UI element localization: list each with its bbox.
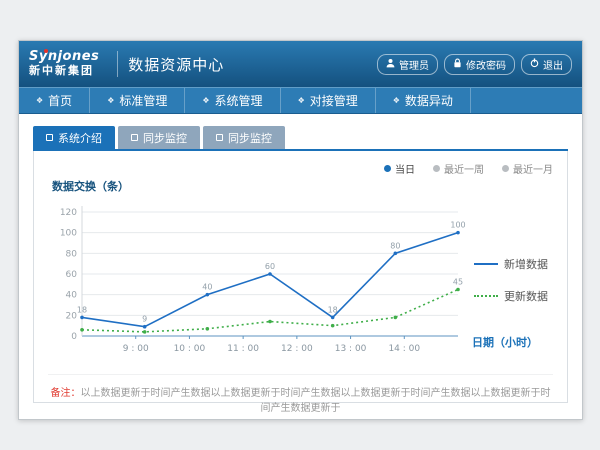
svg-text:80: 80 bbox=[390, 241, 400, 250]
nav-item-label: 标准管理 bbox=[119, 92, 167, 109]
user-icon bbox=[386, 58, 395, 71]
series-updated-data[interactable]: 更新数据 bbox=[474, 288, 553, 304]
svg-text:40: 40 bbox=[66, 291, 78, 301]
app-window: Synjones 新中新集团 数据资源中心 管理员 修改密码 bbox=[18, 40, 583, 420]
dot-icon bbox=[384, 165, 391, 172]
footnote: 备注：以上数据更新于时间产生数据以上数据更新于时间产生数据以上数据更新于时间产生… bbox=[48, 374, 553, 414]
tab-icon bbox=[46, 134, 53, 141]
titlebar-actions: 管理员 修改密码 退出 bbox=[377, 54, 572, 75]
tab-system-intro[interactable]: 系统介绍 bbox=[33, 126, 115, 149]
logo-text-en: Synjones bbox=[29, 50, 99, 65]
chart-row: 0 20 40 60 80 100 120 9 : 00 10 : 00 11 : 00 12 : … bbox=[48, 196, 553, 364]
svg-text:60: 60 bbox=[66, 270, 78, 280]
tab-sync-monitor-1[interactable]: 同步监控 bbox=[118, 126, 200, 149]
svg-text:100: 100 bbox=[450, 221, 465, 230]
content-area: 系统介绍 同步监控 同步监控 当日 最近一周 bbox=[19, 114, 582, 403]
dot-icon bbox=[502, 165, 509, 172]
tab-label: 同步监控 bbox=[143, 130, 187, 146]
nav-item-standard-management[interactable]: ❖ 标准管理 bbox=[90, 88, 185, 113]
time-filter-legend: 当日 最近一周 最近一月 bbox=[48, 161, 553, 176]
lock-icon bbox=[453, 58, 462, 71]
line-chart: 0 20 40 60 80 100 120 9 : 00 10 : 00 11 : 00 12 : … bbox=[48, 196, 468, 364]
header-divider bbox=[117, 51, 118, 77]
svg-text:9 : 00: 9 : 00 bbox=[123, 344, 149, 354]
dotted-line-icon bbox=[474, 295, 498, 297]
company-logo: Synjones 新中新集团 bbox=[29, 50, 99, 78]
logout-button[interactable]: 退出 bbox=[521, 54, 572, 75]
admin-user-label: 管理员 bbox=[399, 57, 429, 72]
tab-icon bbox=[216, 134, 223, 141]
filter-label: 当日 bbox=[395, 161, 415, 176]
svg-text:11 : 00: 11 : 00 bbox=[227, 344, 259, 354]
tab-label: 同步监控 bbox=[228, 130, 272, 146]
svg-text:120: 120 bbox=[60, 208, 77, 218]
y-axis-title: 数据交换（条） bbox=[52, 178, 553, 194]
footnote-text: 以上数据更新于时间产生数据以上数据更新于时间产生数据以上数据更新于时间产生数据以… bbox=[81, 388, 551, 414]
admin-user-button[interactable]: 管理员 bbox=[377, 54, 438, 75]
filter-last-month[interactable]: 最近一月 bbox=[502, 161, 553, 176]
diamond-icon: ❖ bbox=[107, 96, 114, 105]
power-icon bbox=[530, 58, 539, 71]
filter-last-week[interactable]: 最近一周 bbox=[433, 161, 484, 176]
filter-today[interactable]: 当日 bbox=[384, 161, 415, 176]
diamond-icon: ❖ bbox=[393, 96, 400, 105]
svg-text:0: 0 bbox=[71, 332, 77, 342]
svg-text:14 : 00: 14 : 00 bbox=[388, 344, 420, 354]
nav-item-label: 首页 bbox=[48, 92, 72, 109]
svg-text:60: 60 bbox=[265, 262, 275, 271]
svg-text:13 : 00: 13 : 00 bbox=[335, 344, 367, 354]
tab-icon bbox=[131, 134, 138, 141]
tab-bar: 系统介绍 同步监控 同步监控 bbox=[33, 126, 568, 149]
main-nav: ❖ 首页 ❖ 标准管理 ❖ 系统管理 ❖ 对接管理 ❖ 数据异动 bbox=[19, 87, 582, 114]
change-password-button[interactable]: 修改密码 bbox=[444, 54, 515, 75]
nav-item-label: 数据异动 bbox=[405, 92, 453, 109]
series-label: 新增数据 bbox=[504, 256, 548, 272]
svg-text:80: 80 bbox=[66, 249, 78, 259]
svg-text:100: 100 bbox=[60, 229, 77, 239]
footnote-prefix: 备注： bbox=[51, 388, 81, 399]
nav-item-label: 对接管理 bbox=[310, 92, 358, 109]
logout-label: 退出 bbox=[543, 57, 563, 72]
change-password-label: 修改密码 bbox=[466, 57, 506, 72]
series-legend: 新增数据 更新数据 日期（小时） bbox=[468, 196, 553, 364]
svg-text:18: 18 bbox=[77, 305, 87, 314]
svg-text:45: 45 bbox=[453, 278, 463, 287]
svg-text:40: 40 bbox=[202, 283, 212, 292]
logo-text-cn: 新中新集团 bbox=[29, 65, 99, 78]
svg-text:18: 18 bbox=[328, 305, 338, 314]
solid-line-icon bbox=[474, 263, 498, 265]
nav-item-integration-management[interactable]: ❖ 对接管理 bbox=[281, 88, 376, 113]
svg-text:12 : 00: 12 : 00 bbox=[281, 344, 313, 354]
nav-item-home[interactable]: ❖ 首页 bbox=[19, 88, 90, 113]
tab-label: 系统介绍 bbox=[58, 130, 102, 146]
titlebar: Synjones 新中新集团 数据资源中心 管理员 修改密码 bbox=[19, 41, 582, 87]
series-new-data[interactable]: 新增数据 bbox=[474, 256, 553, 272]
x-axis-title: 日期（小时） bbox=[472, 334, 538, 350]
svg-text:20: 20 bbox=[66, 311, 78, 321]
nav-item-system-management[interactable]: ❖ 系统管理 bbox=[185, 88, 280, 113]
nav-item-label: 系统管理 bbox=[215, 92, 263, 109]
nav-item-data-changes[interactable]: ❖ 数据异动 bbox=[376, 88, 471, 113]
chart-panel: 当日 最近一周 最近一月 数据交换（条） 0 20 40 60 80 100 120 9 : … bbox=[33, 151, 568, 403]
svg-text:9: 9 bbox=[142, 315, 147, 324]
diamond-icon: ❖ bbox=[298, 96, 305, 105]
svg-text:10 : 00: 10 : 00 bbox=[174, 344, 206, 354]
dot-icon bbox=[433, 165, 440, 172]
filter-label: 最近一月 bbox=[513, 161, 553, 176]
diamond-icon: ❖ bbox=[202, 96, 209, 105]
page-title: 数据资源中心 bbox=[128, 54, 224, 75]
diamond-icon: ❖ bbox=[36, 96, 43, 105]
filter-label: 最近一周 bbox=[444, 161, 484, 176]
tab-sync-monitor-2[interactable]: 同步监控 bbox=[203, 126, 285, 149]
series-label: 更新数据 bbox=[504, 288, 548, 304]
